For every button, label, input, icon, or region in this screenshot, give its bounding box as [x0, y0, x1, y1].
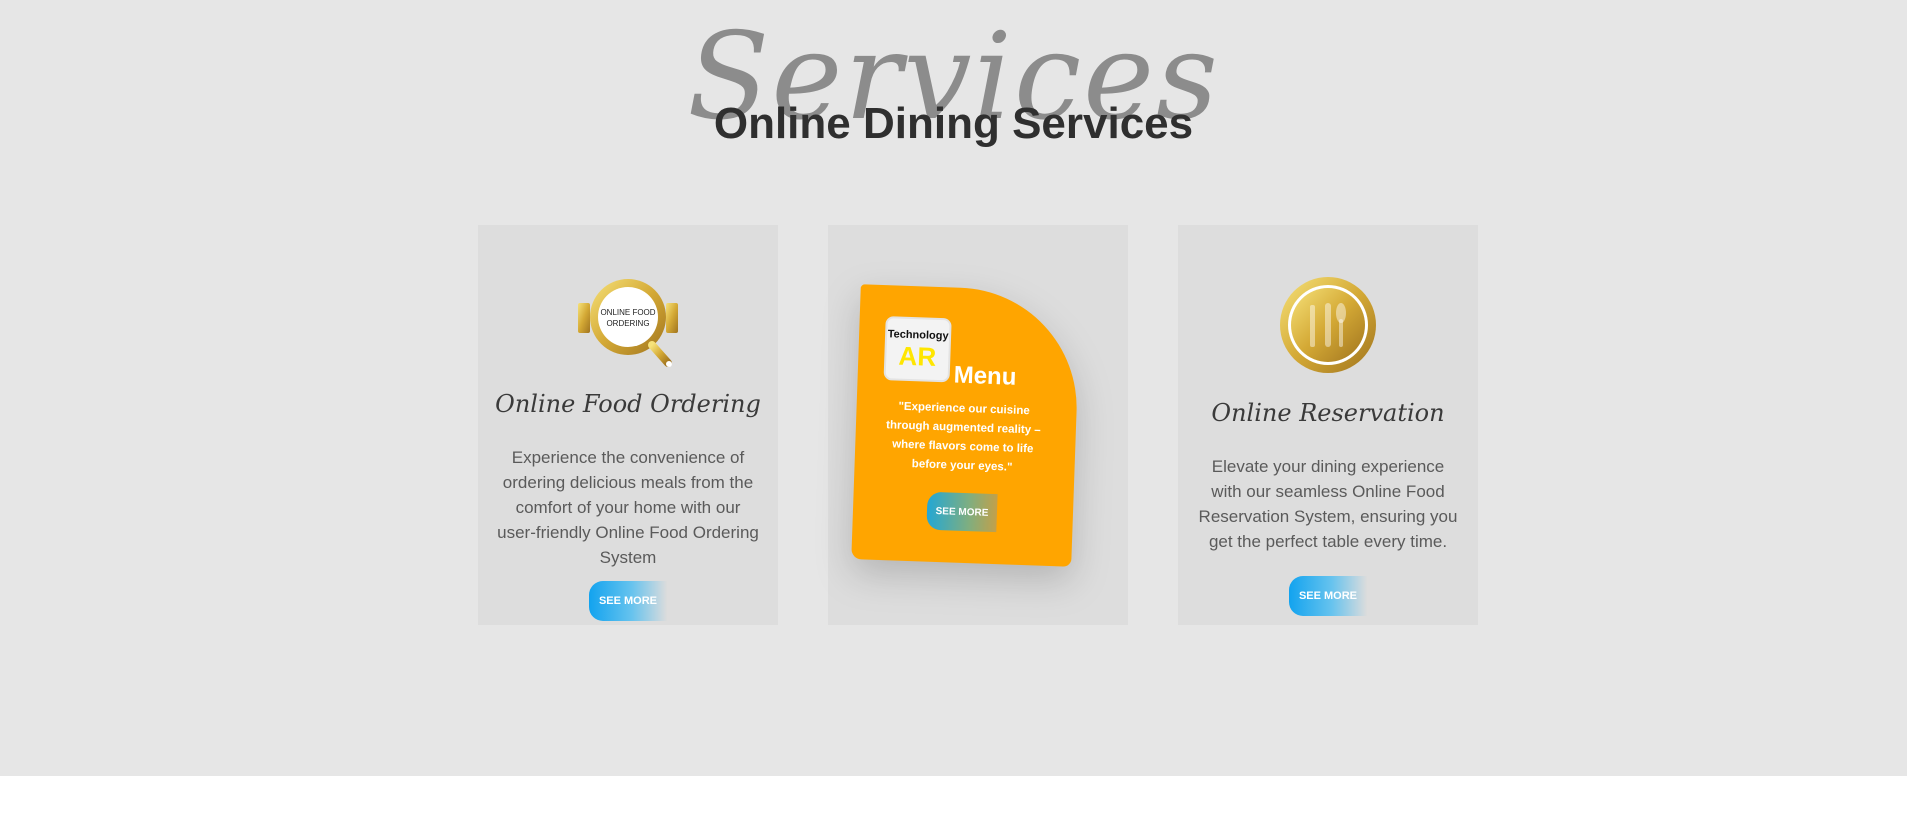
ar-menu-word: Menu: [953, 361, 1017, 391]
ar-menu-panel: Technology AR Menu "Experience our cuisi…: [851, 284, 1081, 567]
service-card-ar-menu: Technology AR Menu "Experience our cuisi…: [828, 225, 1128, 625]
see-more-button[interactable]: SEE MORE: [1289, 576, 1367, 616]
logo-text-line1: ONLINE FOOD: [600, 308, 655, 317]
ar-menu-promo: Technology AR Menu "Experience our cuisi…: [851, 284, 1081, 567]
ar-menu-quote: "Experience our cuisine through augmente…: [885, 400, 1041, 474]
card-description: Elevate your dining experience with our …: [1198, 457, 1458, 551]
ar-technology-badge: Technology AR: [883, 316, 952, 383]
service-card-food-ordering: ONLINE FOOD ORDERING Online Food Orderin…: [478, 225, 778, 625]
see-more-button[interactable]: SEE MORE: [926, 491, 998, 533]
fork-spoon-knife-icon: [1280, 277, 1376, 373]
card-description: Experience the convenience of ordering d…: [497, 448, 759, 567]
services-section: Services Online Dining Services ONLINE F…: [0, 0, 1907, 776]
service-card-reservation: Online Reservation Elevate your dining e…: [1178, 225, 1478, 625]
ar-badge-big-text: AR: [898, 340, 937, 372]
card-title: Online Food Ordering: [495, 390, 761, 418]
frying-pan-logo-icon: ONLINE FOOD ORDERING: [578, 279, 678, 367]
page-title: Online Dining Services: [713, 99, 1194, 148]
see-more-button[interactable]: SEE MORE: [589, 581, 667, 621]
logo-text-line2: ORDERING: [606, 319, 649, 328]
card-title: Online Reservation: [1211, 399, 1445, 427]
